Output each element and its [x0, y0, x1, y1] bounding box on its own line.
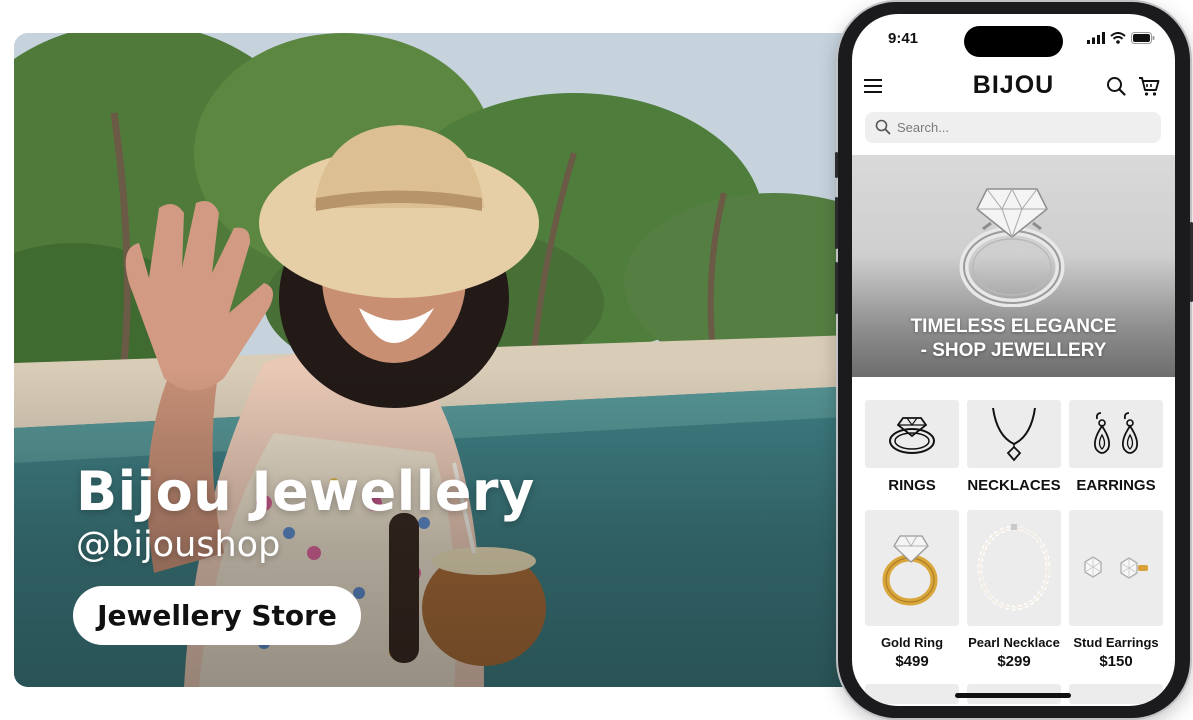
- search-input[interactable]: [897, 112, 1147, 143]
- product-price: $299: [997, 653, 1031, 670]
- category-necklaces[interactable]: NECKLACES: [967, 400, 1061, 494]
- product-card-partial[interactable]: [1069, 684, 1163, 704]
- search-field-icon: [875, 119, 891, 135]
- category-tile: [967, 400, 1061, 468]
- search-bar[interactable]: [865, 112, 1161, 143]
- banner-title-line1: TIMELESS ELEGANCE: [910, 316, 1117, 337]
- category-label: RINGS: [888, 477, 936, 494]
- banner-title-line2: - SHOP JEWELLERY: [920, 340, 1107, 361]
- product-image: [865, 510, 959, 626]
- phone-mockup: 9:41 BIJOU Search... TIMELESS ELEGANCE -…: [835, 2, 1193, 718]
- product-card[interactable]: Stud Earrings $150: [1069, 510, 1163, 670]
- hero-photo-card: Bijou Jewellery @bijoushop Jewellery Sto…: [14, 33, 914, 687]
- category-tile: [865, 400, 959, 468]
- home-indicator[interactable]: [955, 693, 1071, 698]
- status-time: 9:41: [888, 30, 919, 47]
- battery-icon: [1131, 32, 1155, 44]
- product-card-partial[interactable]: [865, 684, 959, 704]
- status-bar: 9:41: [852, 14, 1175, 64]
- category-rings[interactable]: RINGS: [865, 400, 959, 494]
- earrings-outline-icon: [1093, 412, 1139, 454]
- hero-banner[interactable]: TIMELESS ELEGANCE - SHOP JEWELLERY: [852, 155, 1175, 377]
- necklace-outline-icon: [992, 407, 1036, 462]
- dynamic-island: [964, 26, 1063, 57]
- cart-icon[interactable]: [1138, 75, 1160, 97]
- diamond-ring-image: [959, 187, 1065, 307]
- pearl-necklace-image: [977, 524, 1051, 611]
- category-label: EARRINGS: [1076, 477, 1156, 494]
- wifi-icon: [1110, 32, 1126, 44]
- stud-earrings-image: [1084, 556, 1148, 579]
- status-icons: [1087, 32, 1155, 44]
- category-tile: [1069, 400, 1163, 468]
- phone-screen: 9:41 BIJOU Search... TIMELESS ELEGANCE -…: [852, 14, 1175, 706]
- product-name: Gold Ring: [880, 635, 944, 650]
- brand-handle: @bijoushop: [76, 525, 281, 565]
- app-header: BIJOU: [852, 69, 1175, 105]
- phone-action-button: [835, 152, 838, 178]
- product-card[interactable]: Pearl Necklace $299: [967, 510, 1061, 670]
- product-image: [1069, 510, 1163, 626]
- category-label: NECKLACES: [967, 477, 1061, 494]
- product-image: [967, 510, 1061, 626]
- store-category-pill[interactable]: Jewellery Store: [73, 586, 361, 645]
- banner-title: TIMELESS ELEGANCE - SHOP JEWELLERY: [852, 315, 1175, 363]
- phone-volume-down-button: [835, 262, 838, 314]
- product-name: Pearl Necklace: [968, 635, 1060, 650]
- product-card[interactable]: Gold Ring $499: [865, 510, 959, 670]
- gold-ring-image: [882, 535, 938, 606]
- category-earrings[interactable]: EARRINGS: [1069, 400, 1163, 494]
- product-name: Stud Earrings: [1073, 635, 1159, 650]
- app-logo[interactable]: BIJOU: [852, 71, 1175, 100]
- signal-icon: [1087, 32, 1105, 44]
- product-price: $499: [895, 653, 929, 670]
- search-icon[interactable]: [1106, 76, 1126, 96]
- brand-name: Bijou Jewellery: [76, 460, 535, 523]
- phone-volume-up-button: [835, 197, 838, 249]
- product-price: $150: [1099, 653, 1133, 670]
- ring-outline-icon: [889, 417, 935, 454]
